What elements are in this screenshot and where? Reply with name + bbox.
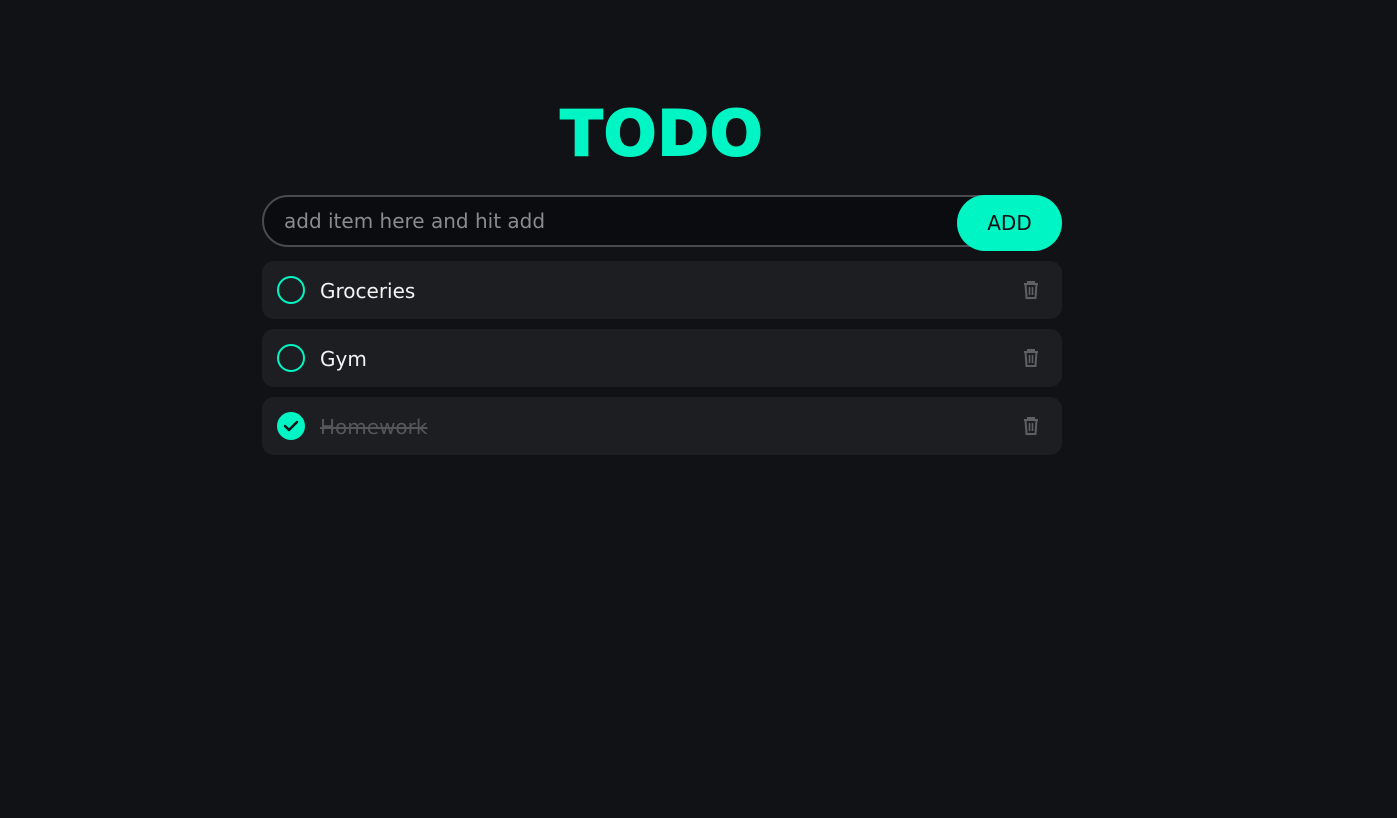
complete-toggle[interactable] [277, 276, 305, 304]
todo-item: Groceries [262, 261, 1062, 319]
todo-item: Homework [262, 397, 1062, 455]
todo-item-label: Homework [320, 415, 428, 439]
complete-toggle[interactable] [277, 412, 305, 440]
add-item-form: ADD [262, 195, 1062, 251]
check-icon [283, 420, 299, 432]
add-button[interactable]: ADD [957, 195, 1062, 251]
trash-icon[interactable] [1020, 347, 1042, 369]
add-item-input[interactable] [262, 195, 1022, 247]
todo-item: Gym [262, 329, 1062, 387]
todo-item-label: Groceries [320, 279, 416, 303]
todo-list: Groceries Gym Homework [262, 261, 1062, 465]
trash-icon[interactable] [1020, 415, 1042, 437]
trash-icon[interactable] [1020, 279, 1042, 301]
page-title: TODO [559, 97, 764, 171]
complete-toggle[interactable] [277, 344, 305, 372]
todo-item-label: Gym [320, 347, 367, 371]
